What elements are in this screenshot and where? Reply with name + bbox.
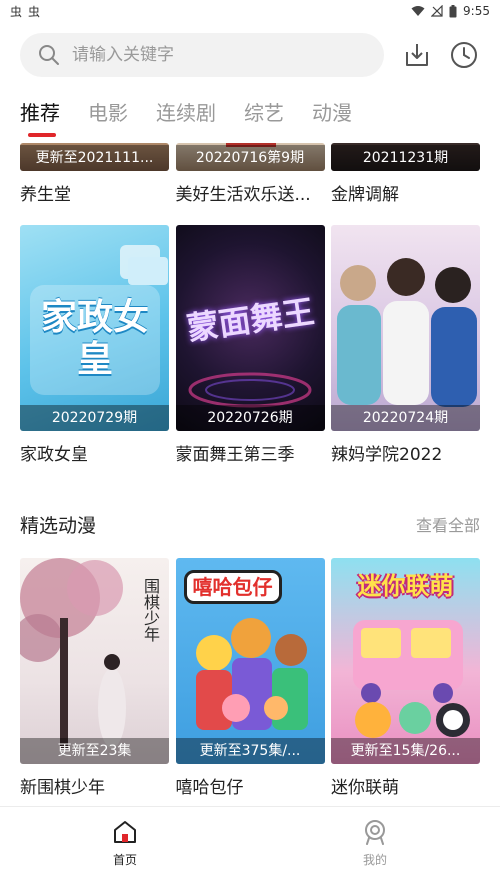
poster-art bbox=[337, 258, 477, 407]
video-card[interactable]: 迷你联萌 更新至15集/26... 迷你联萌 bbox=[331, 558, 480, 798]
poster-title-art: 嘻哈包仔 bbox=[183, 570, 282, 604]
episode-badge: 20211231期 bbox=[331, 145, 480, 171]
nav-mine-label: 我的 bbox=[362, 853, 387, 867]
poster-title-art: 家政女皇 bbox=[40, 297, 149, 380]
status-left: 虫 虫 bbox=[10, 3, 40, 20]
nav-mine[interactable]: 我的 bbox=[250, 807, 500, 888]
tab-series[interactable]: 连续剧 bbox=[156, 95, 216, 135]
poster-thumbnail: 蒙面舞王 20220726期 bbox=[175, 225, 325, 431]
video-card[interactable]: 20220724期 辣妈学院2022 bbox=[331, 225, 480, 465]
bug-icon: 虫 bbox=[28, 4, 41, 19]
nav-home[interactable]: 首页 bbox=[0, 807, 250, 888]
variety-row-1: 更新至2021111... 养生堂 20220716第9期 美好生活欢乐送...… bbox=[20, 143, 480, 205]
card-title: 嘻哈包仔 bbox=[175, 778, 244, 798]
wifi-icon bbox=[411, 6, 425, 16]
poster-thumbnail: 20220724期 bbox=[331, 225, 480, 431]
clock-time: 9:55 bbox=[463, 4, 490, 18]
battery-icon bbox=[449, 4, 457, 17]
anime-section-header: 精选动漫 查看全部 bbox=[20, 509, 480, 539]
episode-badge: 更新至375集/... bbox=[175, 738, 325, 764]
episode-badge: 更新至2021111... bbox=[20, 145, 169, 171]
card-title: 蒙面舞王第三季 bbox=[175, 445, 295, 465]
episode-badge: 20220724期 bbox=[331, 405, 480, 431]
card-title: 迷你联萌 bbox=[331, 778, 399, 798]
card-title: 金牌调解 bbox=[331, 185, 399, 205]
video-card[interactable]: 蒙面舞王 20220726期 蒙面舞王第三季 bbox=[175, 225, 325, 465]
section-title: 精选动漫 bbox=[20, 514, 97, 537]
poster-title-art: 围棋少年 bbox=[141, 578, 160, 642]
status-right: 9:55 bbox=[411, 4, 490, 18]
search-box[interactable] bbox=[20, 33, 384, 77]
poster-title-art: 迷你联萌 bbox=[357, 572, 454, 600]
poster-thumbnail: 更新至2021111... bbox=[20, 143, 169, 171]
category-tabs: 推荐 电影 连续剧 综艺 动漫 bbox=[0, 95, 500, 137]
search-row bbox=[0, 30, 500, 82]
poster-thumbnail: 家政女皇 20220729期 bbox=[20, 225, 169, 431]
poster-thumbnail: 20220716第9期 bbox=[175, 143, 325, 171]
home-icon bbox=[114, 821, 136, 843]
anime-row: 围棋少年 更新至23集 新围棋少年 嘻哈包仔 更新至375集/... 嘻哈包仔 … bbox=[20, 558, 480, 798]
status-bar: 虫 虫 9:55 bbox=[0, 0, 500, 22]
profile-icon bbox=[365, 820, 385, 845]
search-icon bbox=[39, 45, 59, 65]
bottom-nav: 首页 我的 bbox=[0, 806, 500, 888]
card-title: 新围棋少年 bbox=[20, 778, 105, 798]
clock-icon bbox=[451, 42, 477, 68]
video-card[interactable]: 围棋少年 更新至23集 新围棋少年 bbox=[20, 558, 169, 798]
tab-variety[interactable]: 综艺 bbox=[244, 95, 284, 135]
episode-badge: 更新至15集/26... bbox=[331, 738, 480, 764]
poster-thumbnail: 嘻哈包仔 更新至375集/... bbox=[175, 558, 325, 764]
tab-movies[interactable]: 电影 bbox=[88, 95, 128, 135]
download-button[interactable] bbox=[402, 40, 432, 70]
nav-home-label: 首页 bbox=[112, 853, 137, 867]
variety-row-2: 家政女皇 20220729期 家政女皇 蒙面舞王 20220726期 蒙面舞王第… bbox=[20, 225, 480, 465]
card-title: 辣妈学院2022 bbox=[331, 445, 443, 465]
video-card[interactable]: 更新至2021111... 养生堂 bbox=[20, 143, 169, 205]
poster-thumbnail: 20211231期 bbox=[331, 143, 480, 171]
card-title: 养生堂 bbox=[20, 185, 71, 205]
card-title: 家政女皇 bbox=[20, 445, 88, 465]
video-card[interactable]: 20211231期 金牌调解 bbox=[331, 143, 480, 205]
video-card[interactable]: 家政女皇 20220729期 家政女皇 bbox=[20, 225, 169, 465]
bug-icon: 虫 bbox=[10, 4, 23, 19]
episode-badge: 20220716第9期 bbox=[175, 145, 325, 171]
no-signal-icon bbox=[431, 5, 443, 17]
poster-thumbnail: 迷你联萌 更新至15集/26... bbox=[331, 558, 480, 764]
poster-thumbnail: 围棋少年 更新至23集 bbox=[20, 558, 169, 764]
tab-recommend[interactable]: 推荐 bbox=[20, 95, 60, 137]
episode-badge: 20220726期 bbox=[175, 405, 325, 431]
download-icon bbox=[406, 44, 428, 66]
content-scroll[interactable]: 更新至2021111... 养生堂 20220716第9期 美好生活欢乐送...… bbox=[0, 140, 500, 806]
episode-badge: 20220729期 bbox=[20, 405, 169, 431]
view-all-link[interactable]: 查看全部 bbox=[416, 512, 480, 536]
episode-badge: 更新至23集 bbox=[20, 738, 169, 764]
search-input[interactable] bbox=[72, 45, 352, 65]
history-button[interactable] bbox=[449, 40, 479, 70]
tab-anime[interactable]: 动漫 bbox=[312, 95, 352, 135]
video-card[interactable]: 嘻哈包仔 更新至375集/... 嘻哈包仔 bbox=[175, 558, 325, 798]
card-title: 美好生活欢乐送... bbox=[175, 185, 311, 205]
video-card[interactable]: 20220716第9期 美好生活欢乐送... bbox=[175, 143, 325, 205]
